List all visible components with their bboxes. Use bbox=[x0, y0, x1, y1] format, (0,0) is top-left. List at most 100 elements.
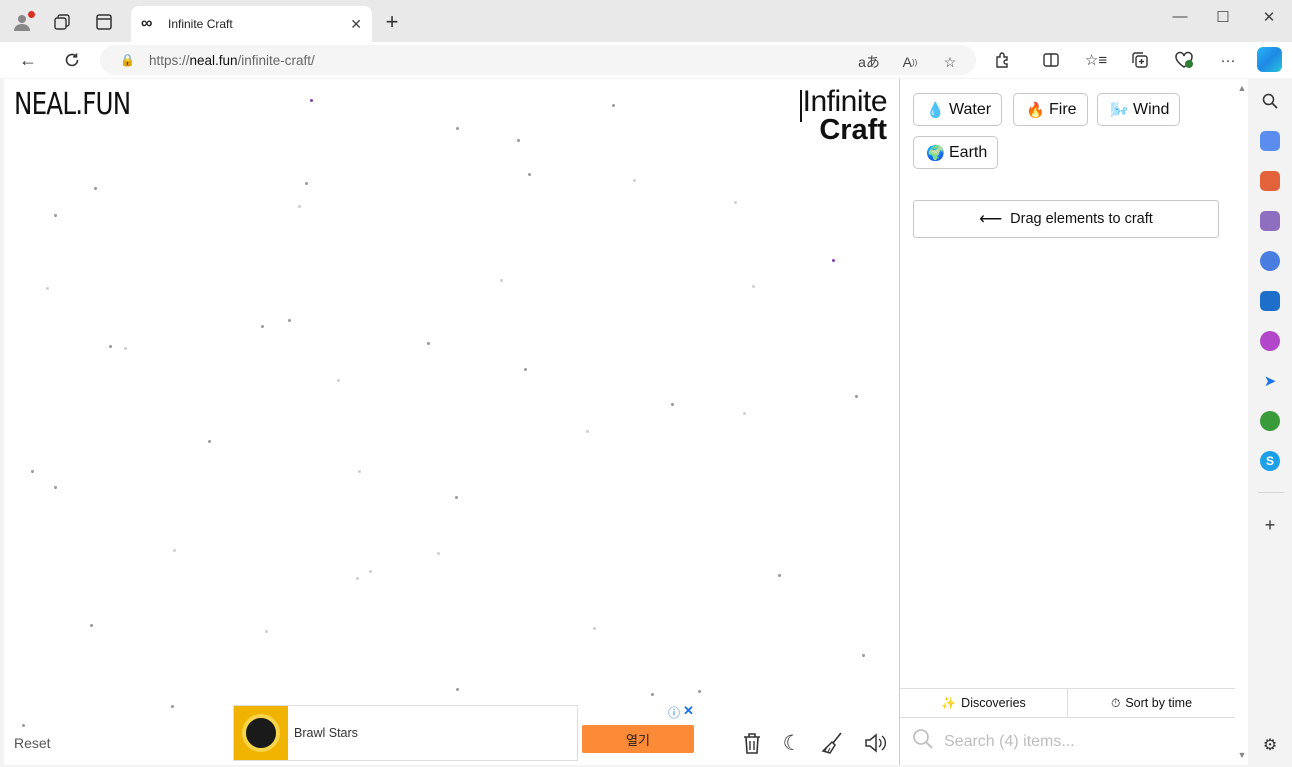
extensions-icon[interactable] bbox=[991, 48, 1015, 72]
broom-icon[interactable] bbox=[819, 729, 847, 757]
particle bbox=[208, 440, 211, 443]
url-scheme: https:// bbox=[148, 52, 190, 68]
tree-icon[interactable] bbox=[1260, 411, 1280, 431]
ad-open-button[interactable]: 열기 bbox=[582, 725, 694, 753]
earth-globe-icon: 🌍 bbox=[926, 144, 945, 162]
lock-icon[interactable]: 🔒 bbox=[120, 53, 135, 67]
send-plane-icon[interactable]: ➤ bbox=[1260, 371, 1280, 391]
copilot-icon[interactable] bbox=[1257, 47, 1282, 72]
elements-sidebar: 💧 Water 🔥 Fire 🌬️ Wind 🌍 Earth ⟵ Drag el… bbox=[899, 79, 1235, 765]
particle bbox=[356, 577, 359, 580]
skype-icon[interactable]: S bbox=[1260, 451, 1280, 471]
particle bbox=[671, 403, 674, 406]
infinity-icon: ∞ bbox=[141, 15, 153, 32]
element-wind[interactable]: 🌬️ Wind bbox=[1097, 93, 1181, 126]
particle bbox=[288, 319, 291, 322]
new-tab-button[interactable]: + bbox=[381, 11, 403, 33]
ad-close-icon[interactable]: ✕ bbox=[683, 703, 694, 719]
brawl-stars-app-icon bbox=[234, 706, 288, 760]
scroll-down-icon[interactable]: ▼ bbox=[1236, 750, 1248, 760]
particle bbox=[124, 347, 127, 350]
reset-button[interactable]: Reset bbox=[14, 735, 51, 751]
infinite-craft-logo: Infinite Craft bbox=[802, 85, 888, 145]
particle bbox=[305, 182, 308, 185]
workspaces-icon[interactable] bbox=[49, 9, 75, 35]
vertical-tabs-icon[interactable] bbox=[91, 9, 117, 35]
particle bbox=[855, 395, 858, 398]
games-chess-icon[interactable] bbox=[1260, 211, 1280, 231]
element-earth[interactable]: 🌍 Earth bbox=[913, 136, 999, 169]
particle bbox=[500, 279, 503, 282]
collections-icon[interactable] bbox=[1128, 48, 1152, 72]
search-icon[interactable] bbox=[1260, 91, 1280, 111]
split-screen-icon[interactable] bbox=[1039, 48, 1063, 72]
element-fire[interactable]: 🔥 Fire bbox=[1013, 93, 1088, 126]
particle bbox=[456, 688, 459, 691]
tab-infinite-craft[interactable]: ∞ Infinite Craft ✕ bbox=[131, 6, 372, 42]
ad-banner[interactable]: Brawl Stars bbox=[233, 705, 578, 761]
favorite-star-icon[interactable]: ☆ bbox=[939, 51, 961, 73]
minimize-icon[interactable]: — bbox=[1170, 8, 1190, 25]
close-tab-icon[interactable]: ✕ bbox=[350, 16, 362, 33]
browser-titlebar: ∞ Infinite Craft ✕ + — ☐ ✕ bbox=[0, 0, 1292, 42]
dark-mode-moon-icon[interactable]: ☾ bbox=[778, 729, 806, 757]
particle bbox=[832, 259, 835, 262]
water-drop-icon: 💧 bbox=[926, 101, 945, 119]
particle bbox=[46, 287, 49, 290]
maximize-icon[interactable]: ☐ bbox=[1213, 8, 1233, 26]
element-water[interactable]: 💧 Water bbox=[913, 93, 1003, 126]
particle bbox=[90, 624, 93, 627]
profile-notification-dot bbox=[28, 11, 35, 18]
particle bbox=[54, 214, 57, 217]
particle bbox=[752, 285, 755, 288]
particle bbox=[265, 630, 268, 633]
shopping-tag-icon[interactable] bbox=[1260, 131, 1280, 151]
ad-info-icon[interactable]: ⓘ bbox=[668, 704, 680, 721]
ad-app-name: Brawl Stars bbox=[294, 726, 358, 740]
particle bbox=[528, 173, 531, 176]
back-arrow-icon[interactable]: ← bbox=[16, 48, 40, 72]
particle bbox=[337, 379, 340, 382]
address-bar[interactable]: 🔒 https://neal.fun/infinite-craft/ aあ A)… bbox=[100, 45, 976, 75]
particle bbox=[437, 552, 440, 555]
scroll-up-icon[interactable]: ▲ bbox=[1236, 83, 1248, 93]
add-plus-icon[interactable]: + bbox=[1260, 515, 1280, 535]
sparkles-icon: ✨ bbox=[941, 696, 957, 710]
url-host: neal.fun bbox=[189, 52, 238, 68]
logo-line-1: Infinite bbox=[802, 85, 888, 118]
element-label: Earth bbox=[949, 143, 988, 161]
tab-title: Infinite Craft bbox=[168, 17, 233, 31]
designer-icon[interactable] bbox=[1260, 331, 1280, 351]
more-options-icon[interactable]: ··· bbox=[1216, 48, 1240, 72]
sort-by-time-button[interactable]: ⏱ Sort by time bbox=[1067, 689, 1235, 717]
discoveries-button[interactable]: ✨ Discoveries bbox=[900, 689, 1067, 717]
neal-fun-logo[interactable]: NEAL.FUN bbox=[14, 87, 131, 122]
element-label: Fire bbox=[1049, 100, 1077, 118]
translate-icon[interactable]: aあ bbox=[858, 51, 880, 73]
refresh-icon[interactable] bbox=[60, 48, 84, 72]
particle bbox=[651, 693, 654, 696]
trash-icon[interactable] bbox=[738, 729, 766, 757]
settings-gear-icon[interactable]: ⚙ bbox=[1260, 735, 1280, 755]
favorites-icon[interactable]: ☆≡ bbox=[1084, 48, 1108, 72]
sound-speaker-icon[interactable] bbox=[861, 729, 889, 757]
particle bbox=[261, 325, 264, 328]
tools-briefcase-icon[interactable] bbox=[1260, 171, 1280, 191]
particle bbox=[109, 345, 112, 348]
craft-canvas[interactable]: NEAL.FUN Infinite Craft Reset Brawl Star… bbox=[4, 79, 899, 765]
page-scrollbar[interactable]: ▲ ▼ bbox=[1236, 79, 1248, 765]
particle bbox=[778, 574, 781, 577]
particle bbox=[593, 627, 596, 630]
search-input[interactable] bbox=[942, 732, 1202, 752]
edge-sidebar: ➤ S + ⚙ bbox=[1250, 79, 1292, 767]
discoveries-label: Discoveries bbox=[961, 696, 1026, 710]
copilot-apps-icon[interactable] bbox=[1260, 251, 1280, 271]
read-aloud-icon[interactable]: A)) bbox=[899, 51, 921, 73]
search-bar bbox=[900, 719, 1235, 765]
browser-essentials-icon[interactable] bbox=[1172, 48, 1196, 72]
particle bbox=[586, 430, 589, 433]
outlook-icon[interactable] bbox=[1260, 291, 1280, 311]
window-close-icon[interactable]: ✕ bbox=[1259, 8, 1279, 26]
element-label: Water bbox=[949, 100, 992, 118]
particle bbox=[427, 342, 430, 345]
